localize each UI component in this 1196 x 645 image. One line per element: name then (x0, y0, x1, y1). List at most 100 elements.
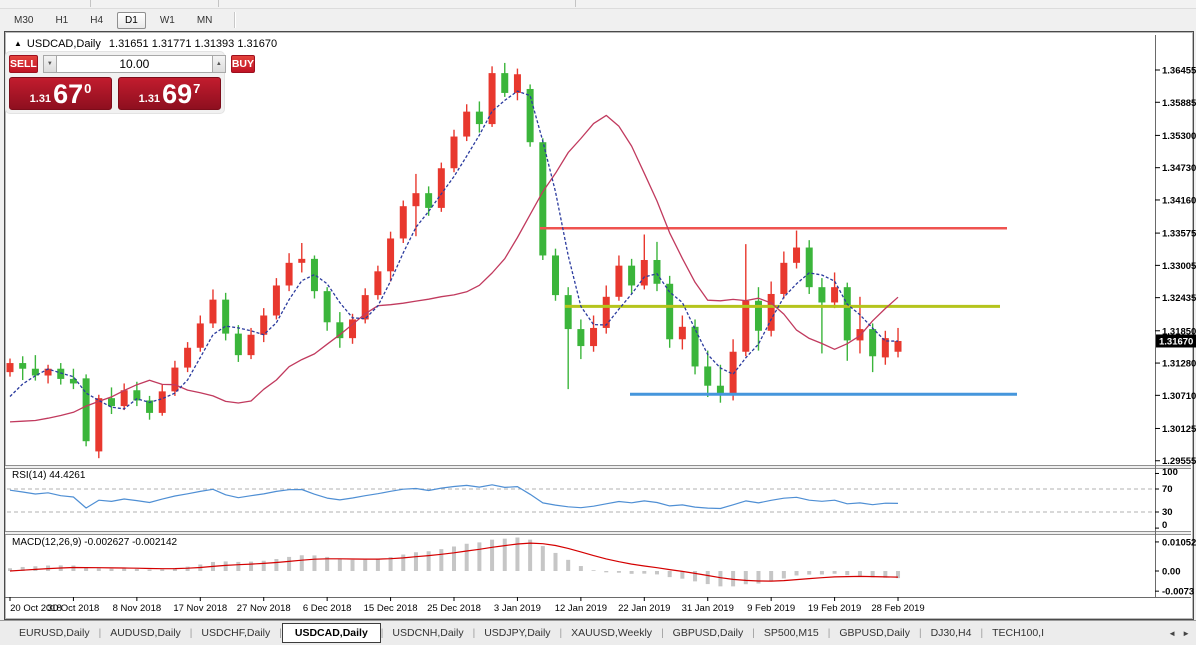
macd-histogram-bar (743, 571, 748, 585)
tab-scroll-arrows: ◄ ► (1168, 629, 1190, 638)
macd-histogram-bar (134, 568, 139, 571)
macd-histogram-bar (794, 571, 799, 576)
macd-histogram-bar (528, 539, 533, 571)
macd-histogram-bar (426, 551, 431, 571)
price-axis-label: 1.34730 (1162, 163, 1196, 174)
candle-down (310, 258, 318, 292)
macd-histogram-bar (160, 569, 165, 571)
volume-stepper: ▼ ▲ (42, 55, 226, 73)
macd-histogram-bar (807, 571, 812, 575)
candle-up (272, 285, 280, 316)
candle-down (82, 378, 90, 442)
candle-down (323, 291, 331, 323)
macd-histogram-bar (477, 542, 482, 571)
date-axis-label: 17 Nov 2018 (173, 603, 227, 614)
one-click-trading-panel: SELL ▼ ▲ BUY 1.31 67 0 1.31 69 7 (6, 52, 256, 113)
macd-histogram-bar (591, 570, 596, 571)
buy-price-big: 69 (162, 79, 193, 109)
macd-histogram-bar (299, 555, 304, 571)
macd-histogram-bar (249, 561, 254, 571)
candle-down (653, 259, 661, 284)
candle-up (158, 391, 166, 413)
macd-histogram-bar (718, 571, 723, 587)
macd-histogram-bar (337, 558, 342, 571)
price-axis[interactable]: 1.36455 1.35885 1.35300 1.34730 1.34160 1.335… (1155, 66, 1196, 468)
macd-histogram-bar (261, 560, 266, 571)
macd-histogram-bar (553, 552, 558, 571)
candle-down (805, 247, 813, 288)
macd-histogram-bar (350, 559, 355, 571)
candle-up (95, 398, 103, 452)
chart-tab-gbpusd-daily[interactable]: GBPUSD,Daily (830, 624, 919, 642)
date-axis-label: 22 Jan 2019 (618, 603, 670, 614)
macd-histogram-bar (515, 537, 520, 571)
macd-histogram-bar (312, 555, 317, 571)
candle-down (704, 366, 712, 386)
buy-button[interactable]: BUY (230, 55, 256, 73)
candle-down (551, 255, 559, 296)
date-axis-label: 30 Oct 2018 (48, 603, 100, 614)
macd-histogram-bar (464, 543, 469, 571)
date-axis-label: 15 Dec 2018 (364, 603, 418, 614)
chart-tab-xauusd-weekly[interactable]: XAUUSD,Weekly (562, 624, 661, 642)
price-axis-label: 1.31280 (1162, 359, 1196, 370)
chart-tab-sp500-m15[interactable]: SP500,M15 (755, 624, 828, 642)
rsi-axis-label: 70 (1162, 484, 1173, 495)
candle-up (209, 299, 217, 324)
volume-down-icon[interactable]: ▼ (42, 55, 57, 73)
macd-histogram-bar (832, 571, 837, 574)
candle-up (399, 206, 407, 239)
candle-up (513, 74, 521, 93)
macd-histogram-bar (705, 571, 710, 585)
chart-tab-audusd-daily[interactable]: AUDUSD,Daily (101, 624, 190, 642)
macd-axis-label: -0.0073 (1162, 587, 1194, 598)
macd-histogram-bar (287, 556, 292, 571)
tab-scroll-right-icon[interactable]: ► (1182, 629, 1190, 638)
candle-up (615, 265, 623, 297)
candle-down (843, 287, 851, 341)
price-axis-label: 1.32435 (1162, 293, 1196, 304)
macd-histogram-bar (71, 565, 76, 571)
date-axis-label: 27 Nov 2018 (237, 603, 291, 614)
candle-up (780, 262, 788, 294)
chart-tab-bar: EURUSD,Daily | AUDUSD,Daily | USDCHF,Daily | U… (0, 620, 1196, 645)
candle-up (387, 238, 395, 272)
macd-histogram-bar (413, 552, 418, 571)
candle-down (57, 368, 65, 379)
volume-up-icon[interactable]: ▲ (211, 55, 226, 73)
macd-histogram-bar (819, 571, 824, 575)
chart-tab-usdcad-daily[interactable]: USDCAD,Daily (281, 622, 381, 643)
sell-price-box[interactable]: 1.31 67 0 (9, 77, 112, 110)
macd-histogram-bar (667, 571, 672, 578)
volume-input[interactable] (56, 55, 212, 73)
sell-button[interactable]: SELL (9, 55, 38, 73)
candle-down (539, 142, 547, 256)
trade-controls-row: SELL ▼ ▲ BUY (9, 55, 256, 73)
chart-tab-dj30-h4[interactable]: DJ30,H4 (922, 624, 981, 642)
candle-down (501, 73, 509, 93)
sell-price-big: 67 (53, 79, 84, 109)
macd-histogram-bar (401, 554, 406, 571)
chart-tab-usdcnh-daily[interactable]: USDCNH,Daily (383, 624, 472, 642)
chart-tab-usdchf-daily[interactable]: USDCHF,Daily (192, 624, 279, 642)
date-axis-label: 25 Dec 2018 (427, 603, 481, 614)
candle-up (450, 136, 458, 169)
candle-down (628, 265, 636, 286)
tab-scroll-left-icon[interactable]: ◄ (1168, 629, 1176, 638)
macd-histogram-bar (857, 571, 862, 576)
chart-tab-eurusd-daily[interactable]: EURUSD,Daily (10, 624, 99, 642)
chart-tab-usdjpy-daily[interactable]: USDJPY,Daily (475, 624, 559, 642)
candle-down (564, 295, 572, 330)
candle-down (869, 329, 877, 357)
chart-tab-tech100-i[interactable]: TECH100,I (983, 624, 1053, 642)
rsi-label: RSI(14) 44.4261 (12, 470, 86, 481)
chart-tab-gbpusd-daily[interactable]: GBPUSD,Daily (664, 624, 753, 642)
macd-histogram-bar (223, 561, 228, 571)
collapse-triangle-icon[interactable]: ▲ (14, 39, 22, 48)
buy-price-box[interactable]: 1.31 69 7 (118, 77, 221, 110)
horizontal-lines[interactable] (540, 227, 1017, 396)
macd-histogram-bar (616, 571, 621, 573)
date-axis[interactable]: 20 Oct 201830 Oct 2018 8 Nov 2018 17 Nov 2… (9, 597, 925, 614)
macd-histogram-bar (629, 571, 634, 574)
ohlc-values: 1.31651 1.31771 1.31393 1.31670 (108, 38, 278, 50)
